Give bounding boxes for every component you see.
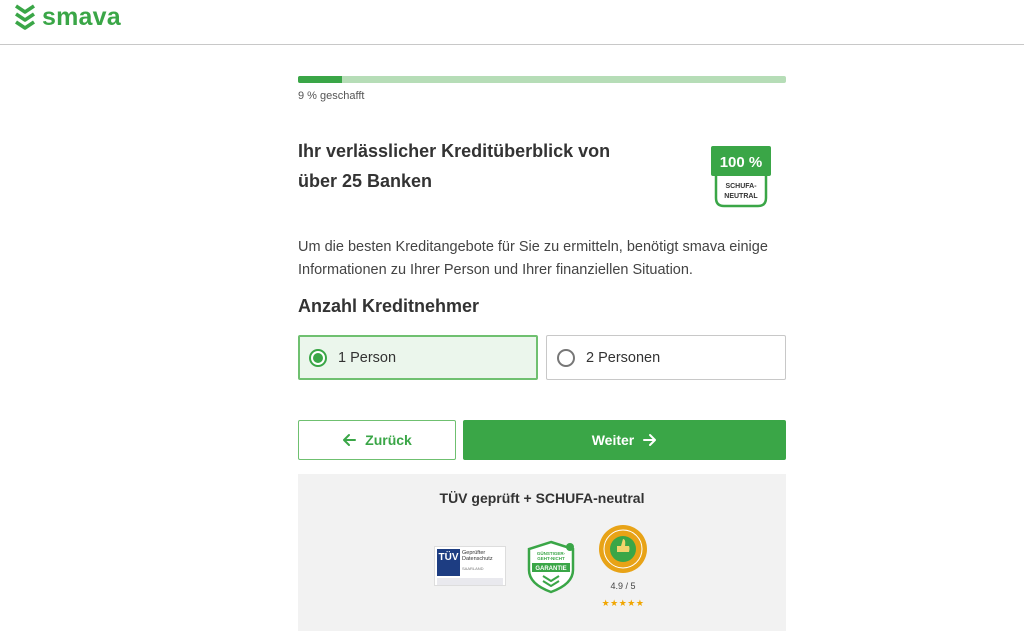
logo-wordmark: smava — [42, 2, 121, 31]
option-2-personen-label: 2 Personen — [586, 349, 661, 366]
smava-logo[interactable]: smava — [14, 4, 121, 30]
progress-label: 9 % geschafft — [298, 90, 365, 102]
garantie-label: GARANTIE — [535, 566, 566, 572]
page-title-line-2: über 25 Banken — [298, 171, 433, 191]
arrow-right-icon — [643, 434, 657, 446]
tuv-sub: SAARLAND — [462, 566, 484, 571]
back-button[interactable]: Zurück — [298, 420, 456, 460]
tuv-line-2: Datenschutz — [462, 556, 493, 562]
badge-line-1: SCHUFA- — [725, 183, 757, 190]
rating-stars-icon: ★★★★★ — [601, 598, 645, 608]
progress-bar — [298, 76, 786, 83]
borrowers-title: Anzahl Kreditnehmer — [298, 296, 480, 316]
schufa-neutral-badge: 100 % SCHUFA- NEUTRAL — [711, 146, 771, 208]
radio-unselected-icon[interactable] — [557, 348, 575, 367]
tuv-bottom-strip — [437, 578, 503, 585]
progress-bar-fill — [298, 76, 342, 83]
radio-dot — [313, 352, 323, 363]
garantie-line-2: GEHT-NICHT — [537, 556, 565, 561]
option-1-person-label: 1 Person — [338, 349, 397, 366]
radio-selected-icon[interactable] — [309, 348, 327, 367]
award-seal-icon — [599, 525, 647, 573]
tuv-badge: TÜV Geprüfter Datenschutz SAARLAND — [434, 546, 506, 586]
top-bar: smava — [0, 0, 1024, 45]
smava-chevrons-icon — [15, 4, 35, 30]
page-title: Ihr verlässlicher Kreditüberblick von üb… — [298, 136, 618, 196]
next-button-label: Weiter — [591, 432, 635, 448]
trust-panel: TÜV geprüft + SCHUFA-neutral TÜV Geprüft… — [298, 474, 786, 631]
tuv-logo-icon: TÜV — [437, 549, 460, 576]
badge-line-2: NEUTRAL — [724, 193, 758, 200]
option-1-person[interactable]: 1 Person — [298, 335, 538, 380]
badge-value: 100 % — [720, 154, 763, 171]
option-2-personen[interactable]: 2 Personen — [546, 335, 786, 380]
page-title-line-1: Ihr verlässlicher Kreditüberblick von — [298, 141, 611, 161]
garantie-shield-icon: GÜNSTIGER- GEHT-NICHT GARANTIE — [527, 540, 575, 594]
trust-title: TÜV geprüft + SCHUFA-neutral — [439, 490, 645, 506]
intro-text: Um die besten Kreditangebote für Sie zu … — [298, 239, 768, 278]
back-button-label: Zurück — [365, 432, 412, 448]
next-button[interactable]: Weiter — [463, 420, 786, 460]
arrow-left-icon — [343, 434, 357, 446]
rating-value: 4.9 / 5 — [610, 581, 636, 591]
